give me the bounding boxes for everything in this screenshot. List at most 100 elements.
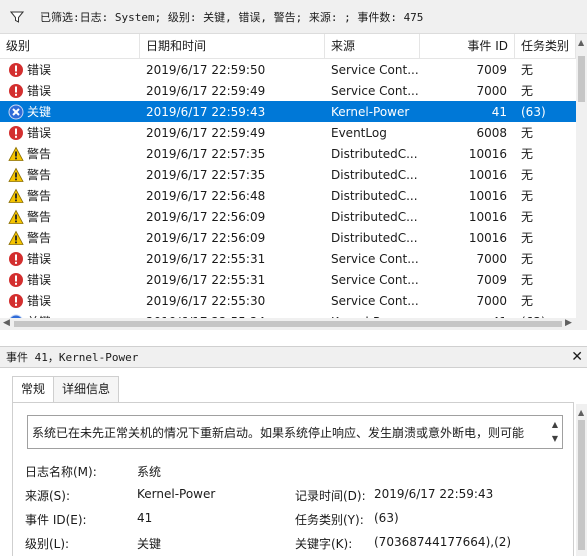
row-level: 错误 — [0, 82, 140, 99]
scrollbar-thumb[interactable] — [14, 321, 562, 327]
row-level: 警告 — [0, 229, 140, 246]
table-row[interactable]: 错误 2019/6/17 22:55:31 Service Cont... 7009 无 — [0, 269, 576, 290]
row-task-category: (63) — [521, 104, 546, 119]
table-row[interactable]: 错误 2019/6/17 22:59:49 EventLog 6008 无 — [0, 122, 576, 143]
table-row[interactable]: 关键 2019/6/17 22:59:43 Kernel-Power 41 (63) — [0, 101, 576, 122]
level-label: 级别(L): — [25, 537, 70, 551]
event-description-box[interactable]: 系统已在未先正常关机的情况下重新启动。如果系统停止响应、发生崩溃或意外断电，则可… — [27, 415, 563, 449]
logged-label: 记录时间(D): — [295, 489, 366, 503]
row-level: 错误 — [0, 271, 140, 288]
table-row[interactable]: 警告 2019/6/17 22:57:35 DistributedC... 10016… — [0, 143, 576, 164]
table-row[interactable]: 警告 2019/6/17 22:56:09 DistributedC... 10016… — [0, 227, 576, 248]
row-level-label: 错误 — [27, 84, 52, 98]
close-icon[interactable]: ✕ — [571, 349, 583, 365]
row-level-label: 警告 — [27, 231, 52, 245]
scroll-left-arrow-icon[interactable]: ◀ — [3, 318, 10, 328]
row-event-id: 41 — [491, 104, 507, 119]
event-detail-pane: 常规 详细信息 系统已在未先正常关机的情况下重新启动。如果系统停止响应、发生崩溃… — [0, 368, 587, 556]
row-source: DistributedC... — [331, 188, 418, 203]
tab-details[interactable]: 详细信息 — [53, 376, 120, 402]
scroll-up-arrow-icon[interactable]: ▲ — [578, 408, 584, 417]
table-row[interactable]: 警告 2019/6/17 22:56:48 DistributedC... 10016… — [0, 185, 576, 206]
source-value: Kernel-Power — [137, 487, 216, 501]
error-icon — [8, 251, 24, 267]
scroll-right-arrow-icon[interactable]: ▶ — [565, 318, 572, 328]
row-level: 错误 — [0, 250, 140, 267]
row-level: 警告 — [0, 166, 140, 183]
row-level-label: 错误 — [27, 252, 52, 266]
table-body: 错误 2019/6/17 22:59:50 Service Cont... 7009 无… — [0, 59, 576, 330]
row-event-id: 7009 — [476, 62, 507, 77]
row-source: DistributedC... — [331, 146, 418, 161]
critical-icon — [8, 104, 24, 120]
event-description: 系统已在未先正常关机的情况下重新启动。如果系统停止响应、发生崩溃或意外断电，则可… — [32, 426, 525, 440]
row-datetime: 2019/6/17 22:55:31 — [146, 251, 266, 266]
row-datetime: 2019/6/17 22:57:35 — [146, 146, 266, 161]
row-level: 错误 — [0, 124, 140, 141]
row-task-category: 无 — [521, 210, 534, 224]
tab-general[interactable]: 常规 — [12, 376, 55, 403]
row-event-id: 7000 — [476, 251, 507, 266]
detail-tabs: 常规 详细信息 — [12, 376, 120, 403]
row-event-id: 7000 — [476, 83, 507, 98]
row-source: DistributedC... — [331, 230, 418, 245]
table-row[interactable]: 错误 2019/6/17 22:59:50 Service Cont... 7009 无 — [0, 59, 576, 80]
source-label: 来源(S): — [25, 489, 71, 503]
row-datetime: 2019/6/17 22:56:09 — [146, 209, 266, 224]
row-event-id: 10016 — [468, 209, 507, 224]
table-row[interactable]: 错误 2019/6/17 22:59:49 Service Cont... 7000 无 — [0, 80, 576, 101]
row-level: 错误 — [0, 292, 140, 309]
row-level: 警告 — [0, 145, 140, 162]
table-row[interactable]: 警告 2019/6/17 22:57:35 DistributedC... 10016… — [0, 164, 576, 185]
table-row[interactable]: 错误 2019/6/17 22:55:31 Service Cont... 7000 无 — [0, 248, 576, 269]
error-icon — [8, 272, 24, 288]
row-source: EventLog — [331, 125, 387, 140]
filter-icon[interactable] — [8, 8, 26, 26]
row-source: Service Cont... — [331, 293, 419, 308]
scrollbar-thumb[interactable] — [578, 420, 585, 550]
column-header-event-id[interactable]: 事件 ID — [420, 34, 515, 58]
event-id-label: 事件 ID(E): — [25, 513, 87, 527]
warning-icon — [8, 209, 24, 225]
row-datetime: 2019/6/17 22:56:09 — [146, 230, 266, 245]
detail-vertical-scrollbar[interactable]: ▲ — [576, 404, 587, 556]
error-icon — [8, 293, 24, 309]
table-vertical-scrollbar[interactable]: ▲ — [576, 34, 587, 330]
row-level: 错误 — [0, 61, 140, 78]
row-task-category: 无 — [521, 168, 534, 182]
error-icon — [8, 62, 24, 78]
table-row[interactable]: 警告 2019/6/17 22:56:09 DistributedC... 10016… — [0, 206, 576, 227]
table-header: 级别 日期和时间 来源 事件 ID 任务类别 — [0, 34, 576, 59]
row-event-id: 10016 — [468, 146, 507, 161]
row-task-category: 无 — [521, 189, 534, 203]
row-event-id: 10016 — [468, 188, 507, 203]
row-source: DistributedC... — [331, 167, 418, 182]
row-level-label: 关键 — [27, 105, 52, 119]
error-icon — [8, 125, 24, 141]
scrollbar-thumb[interactable] — [578, 56, 585, 102]
table-row[interactable]: 错误 2019/6/17 22:55:30 Service Cont... 7000 无 — [0, 290, 576, 311]
row-level: 警告 — [0, 187, 140, 204]
column-header-task-category[interactable]: 任务类别 — [515, 34, 576, 58]
row-datetime: 2019/6/17 22:59:50 — [146, 62, 266, 77]
keywords-label: 关键字(K): — [295, 537, 353, 551]
row-datetime: 2019/6/17 22:57:35 — [146, 167, 266, 182]
row-source: Service Cont... — [331, 83, 419, 98]
column-header-datetime[interactable]: 日期和时间 — [140, 34, 325, 58]
description-scroll-arrows-icon[interactable]: ▲ ▼ — [552, 418, 558, 446]
row-level-label: 错误 — [27, 63, 52, 77]
scroll-up-arrow-icon[interactable]: ▲ — [578, 38, 584, 47]
row-datetime: 2019/6/17 22:59:49 — [146, 83, 266, 98]
row-task-category: 无 — [521, 126, 534, 140]
event-id-value: 41 — [137, 511, 153, 525]
column-header-source[interactable]: 来源 — [325, 34, 420, 58]
level-value: 关键 — [137, 537, 162, 551]
row-event-id: 7000 — [476, 293, 507, 308]
row-source: Service Cont... — [331, 272, 419, 287]
column-header-level[interactable]: 级别 — [0, 34, 140, 58]
row-task-category: 无 — [521, 63, 534, 77]
filter-summary: 已筛选:日志: System; 级别: 关键, 错误, 警告; 来源: ; 事件… — [40, 10, 424, 24]
table-horizontal-scrollbar[interactable]: ◀ ▶ — [0, 318, 576, 330]
row-event-id: 6008 — [476, 125, 507, 140]
row-event-id: 10016 — [468, 230, 507, 245]
